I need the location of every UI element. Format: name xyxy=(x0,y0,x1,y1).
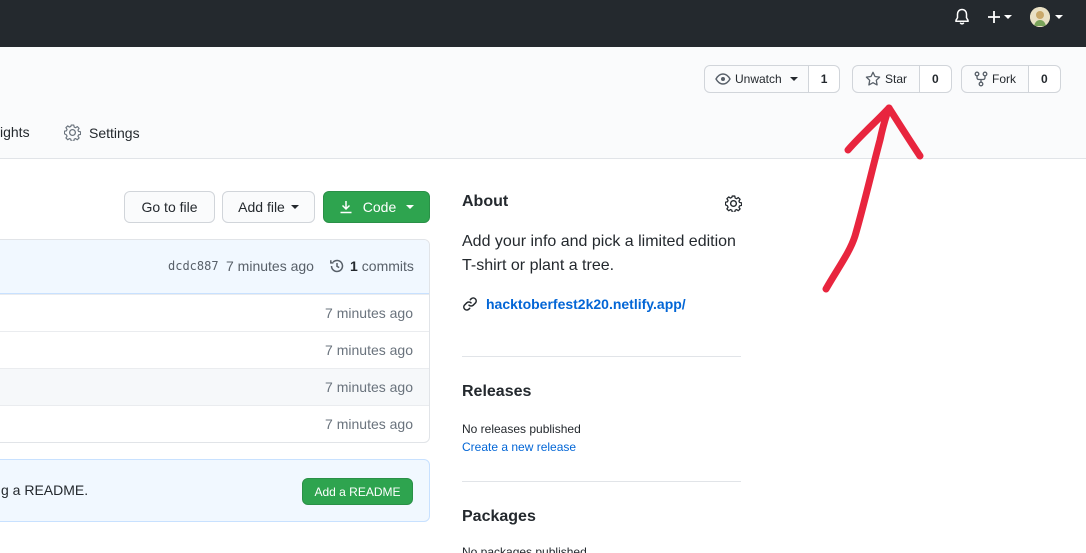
table-row[interactable]: 7 minutes ago xyxy=(0,368,429,405)
star-button[interactable]: Star xyxy=(852,65,921,93)
history-icon xyxy=(330,259,344,273)
chevron-down-icon xyxy=(1004,15,1012,19)
go-to-file-button[interactable]: Go to file xyxy=(124,191,215,223)
avatar[interactable] xyxy=(1030,7,1050,27)
about-description: Add your info and pick a limited edition… xyxy=(462,233,736,274)
tab-settings-label: Settings xyxy=(89,124,140,141)
add-file-button[interactable]: Add file xyxy=(222,191,315,223)
commit-hash[interactable]: dcdc887 xyxy=(168,259,219,273)
plus-icon[interactable] xyxy=(987,10,1012,24)
create-release-link[interactable]: Create a new release xyxy=(462,440,576,454)
code-label: Code xyxy=(362,199,397,215)
unwatch-label: Unwatch xyxy=(735,72,782,86)
table-row[interactable]: 7 minutes ago xyxy=(0,405,429,442)
commit-label: commits xyxy=(361,258,414,274)
chevron-down-icon xyxy=(290,205,299,209)
watch-button-group: Unwatch 1 xyxy=(704,65,841,93)
code-button[interactable]: Code xyxy=(323,191,430,223)
add-file-label: Add file xyxy=(238,199,285,215)
divider xyxy=(462,356,741,357)
avatar-caret xyxy=(1055,15,1063,19)
file-time: 7 minutes ago xyxy=(325,305,413,321)
gear-icon xyxy=(64,124,81,141)
add-readme-label: Add a README xyxy=(314,484,401,499)
website-link[interactable]: hacktoberfest2k20.netlify.app/ xyxy=(462,296,686,312)
link-icon xyxy=(463,297,477,311)
star-label: Star xyxy=(885,72,908,86)
about-settings-gear-icon[interactable] xyxy=(724,195,743,217)
tab-insights[interactable]: ights xyxy=(0,124,30,140)
chevron-down-icon xyxy=(789,77,798,81)
file-time: 7 minutes ago xyxy=(325,342,413,358)
file-list: dcdc887 7 minutes ago 1 commits 7 minute… xyxy=(0,239,430,443)
chevron-down-icon xyxy=(406,205,415,209)
star-button-group: Star 0 xyxy=(852,65,952,93)
download-icon xyxy=(340,201,352,214)
readme-prompt: g a README. Add a README xyxy=(0,459,430,522)
fork-button[interactable]: Fork xyxy=(961,65,1029,93)
readme-prompt-text: g a README. xyxy=(1,482,89,498)
file-time: 7 minutes ago xyxy=(325,379,413,395)
file-time: 7 minutes ago xyxy=(325,416,413,432)
global-header xyxy=(0,0,1086,47)
add-readme-button[interactable]: Add a README xyxy=(302,478,413,505)
divider xyxy=(462,481,741,482)
latest-commit-bar: dcdc887 7 minutes ago 1 commits xyxy=(0,240,429,294)
unwatch-button[interactable]: Unwatch xyxy=(704,65,809,93)
watch-count[interactable]: 1 xyxy=(808,65,841,93)
packages-heading[interactable]: Packages xyxy=(462,508,536,526)
fork-count[interactable]: 0 xyxy=(1029,65,1061,93)
website-url[interactable]: hacktoberfest2k20.netlify.app/ xyxy=(486,296,686,312)
releases-empty-text: No releases published xyxy=(462,422,581,436)
repo-header xyxy=(0,47,1086,159)
commit-time: 7 minutes ago xyxy=(226,258,314,274)
packages-empty-text: No packages published xyxy=(462,545,587,553)
commits-link[interactable]: 1 commits xyxy=(329,258,414,274)
releases-heading[interactable]: Releases xyxy=(462,383,531,401)
fork-button-group: Fork 0 xyxy=(961,65,1061,93)
fork-label: Fork xyxy=(992,72,1016,86)
eye-icon xyxy=(715,73,731,85)
fork-icon xyxy=(974,71,988,87)
table-row[interactable]: 7 minutes ago xyxy=(0,294,429,331)
bell-icon[interactable] xyxy=(954,8,970,26)
commit-count: 1 xyxy=(350,258,358,274)
chevron-down-icon[interactable] xyxy=(1052,15,1063,19)
star-count[interactable]: 0 xyxy=(920,65,952,93)
tab-insights-label: ights xyxy=(0,124,30,140)
tab-settings[interactable]: Settings xyxy=(64,124,140,141)
star-icon xyxy=(865,71,881,86)
table-row[interactable]: 7 minutes ago xyxy=(0,331,429,368)
go-to-file-label: Go to file xyxy=(141,199,198,215)
about-heading: About xyxy=(462,193,509,210)
